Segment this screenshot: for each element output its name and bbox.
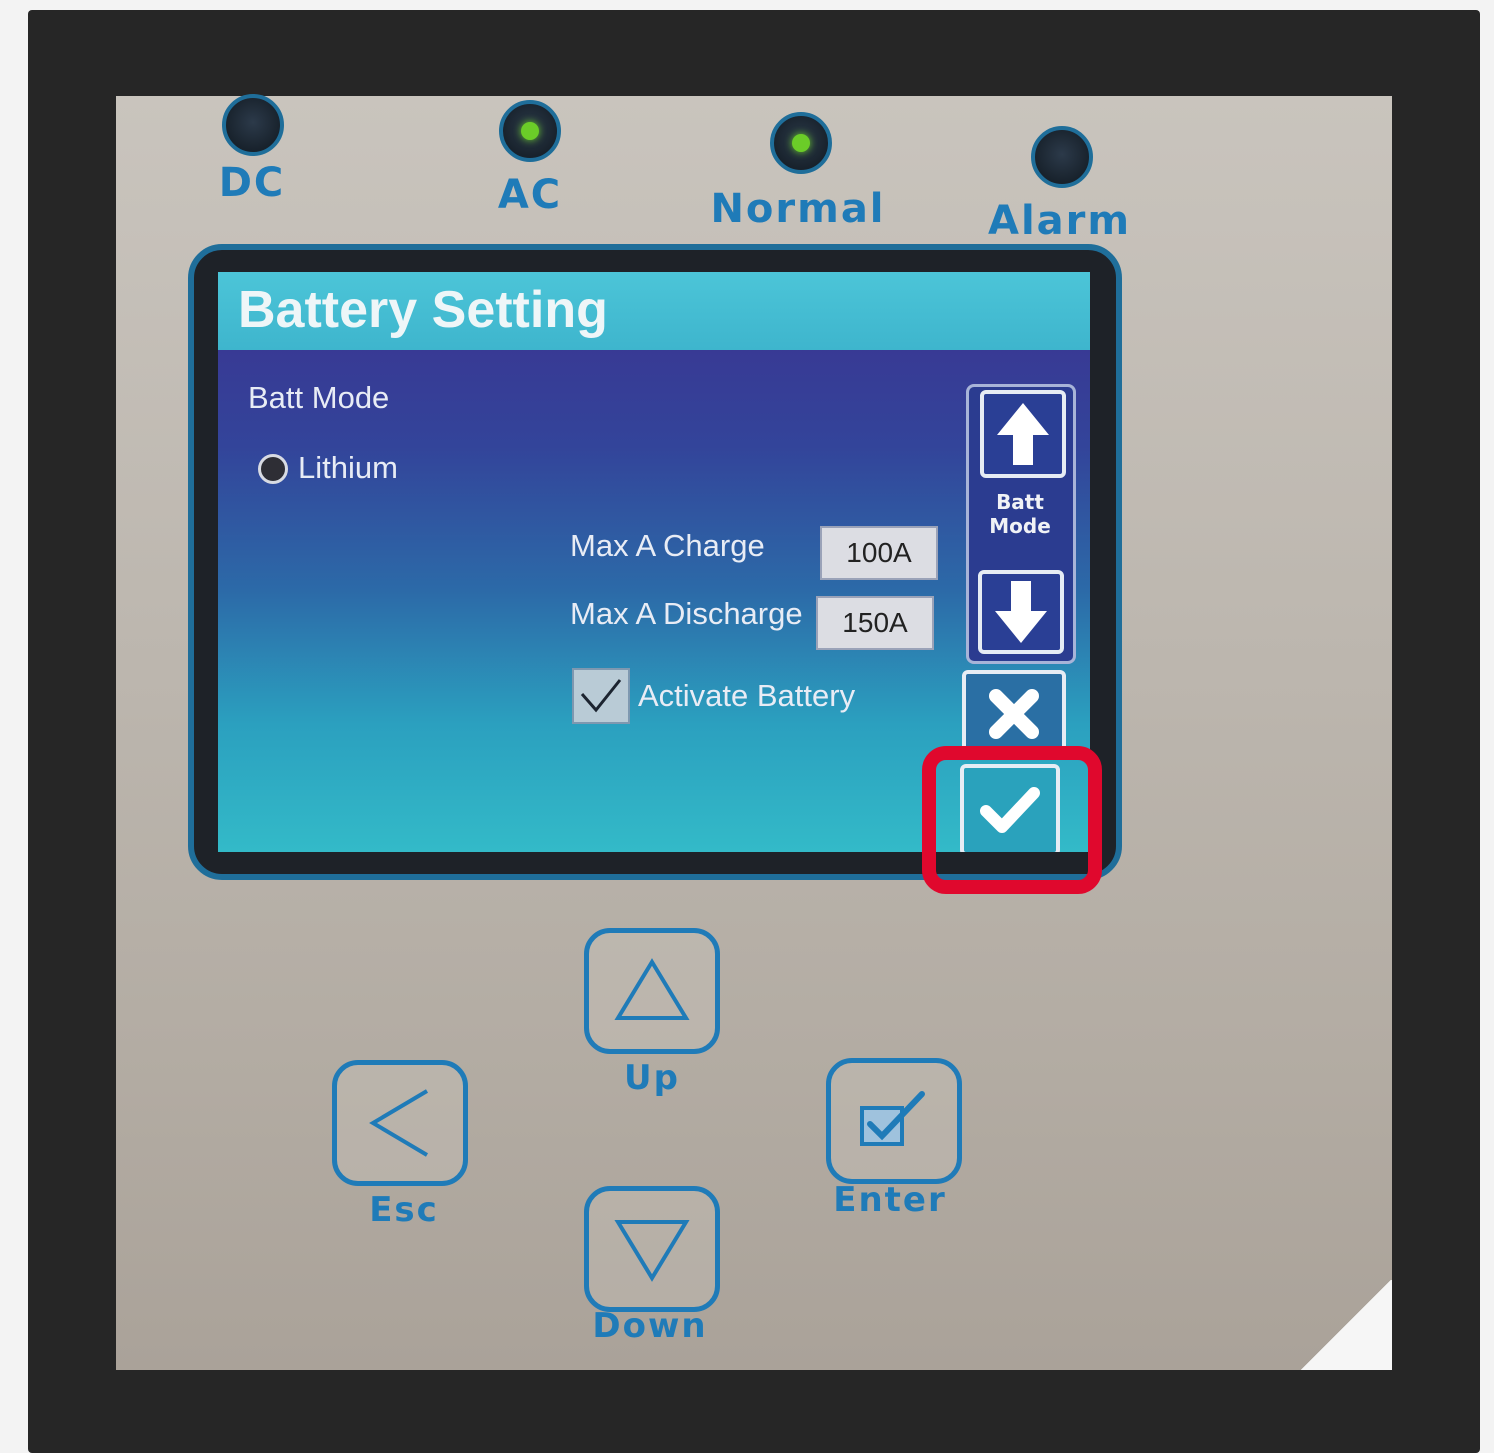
screen-title-bar: Battery Setting (218, 272, 1090, 350)
normal-indicator-led (770, 112, 832, 174)
activate-battery-checkbox[interactable] (572, 668, 630, 724)
ac-indicator-label: AC (497, 172, 563, 218)
ac-indicator-led (499, 100, 561, 162)
batt-mode-label: Batt Mode (248, 380, 390, 415)
dc-indicator-label: DC (218, 160, 286, 206)
arrow-up-icon (997, 403, 1049, 465)
activate-battery-label: Activate Battery (638, 678, 856, 713)
max-discharge-field[interactable]: 150A (816, 596, 934, 650)
arrow-down-icon (995, 581, 1047, 643)
batt-mode-side-label: Batt Mode (988, 490, 1052, 538)
enter-key-label: Enter (833, 1180, 947, 1220)
alarm-indicator-led (1031, 126, 1093, 188)
cancel-button[interactable] (962, 670, 1066, 758)
alarm-indicator-label: Alarm (988, 198, 1132, 244)
close-icon (989, 689, 1039, 739)
down-key[interactable] (584, 1186, 720, 1312)
max-charge-label: Max A Charge (570, 528, 765, 563)
side-label-line2: Mode (989, 514, 1051, 538)
mode-down-button[interactable] (978, 570, 1064, 654)
dc-indicator-led (222, 94, 284, 156)
chevron-left-icon (369, 1089, 429, 1157)
side-label-line1: Batt (996, 490, 1044, 514)
page-corner (1300, 1280, 1392, 1370)
down-key-label: Down (592, 1306, 708, 1346)
triangle-down-icon (614, 1220, 690, 1282)
esc-key[interactable] (332, 1060, 468, 1186)
up-key-label: Up (624, 1058, 680, 1098)
check-icon (580, 679, 622, 713)
lithium-radio[interactable] (258, 454, 288, 484)
enter-key[interactable] (826, 1058, 962, 1184)
screen-title: Battery Setting (238, 281, 608, 339)
esc-key-label: Esc (369, 1190, 439, 1230)
highlight-box (922, 746, 1102, 894)
max-discharge-label: Max A Discharge (570, 596, 803, 631)
normal-indicator-label: Normal (710, 186, 886, 232)
lithium-label: Lithium (298, 450, 398, 485)
up-key[interactable] (584, 928, 720, 1054)
triangle-up-icon (614, 958, 690, 1020)
max-charge-field[interactable]: 100A (820, 526, 938, 580)
mode-up-button[interactable] (980, 390, 1066, 478)
checkbox-pen-icon (860, 1091, 925, 1146)
